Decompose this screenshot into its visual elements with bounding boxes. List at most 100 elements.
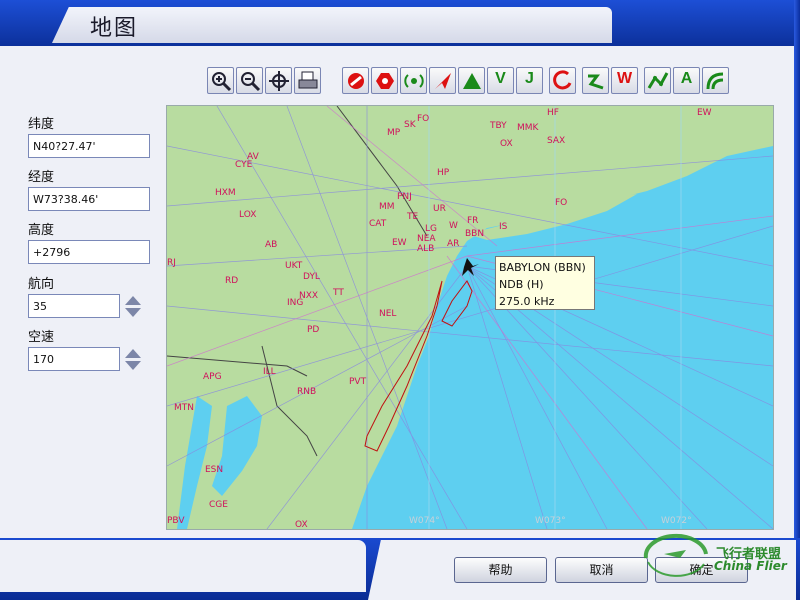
print-icon — [298, 71, 318, 89]
waypoint-label: OX — [500, 139, 513, 149]
center-icon — [269, 71, 289, 91]
airspeed-spinner[interactable] — [124, 347, 142, 371]
center-button[interactable] — [265, 67, 292, 94]
waypoint-label: FO — [417, 114, 430, 124]
airspace-button[interactable] — [549, 67, 576, 94]
heading-label: 航向 — [28, 277, 55, 292]
altitude-labels-icon: A — [680, 70, 693, 87]
route-icon — [588, 74, 604, 90]
waypoint-label: ILL — [263, 367, 276, 377]
traffic-icon — [706, 72, 724, 90]
latitude-label: 纬度 — [28, 117, 55, 132]
terrain-icon — [463, 73, 481, 89]
zoom-in-button[interactable] — [207, 67, 234, 94]
waypoint-label: MTN — [174, 403, 194, 413]
flight-plan-icon — [647, 72, 669, 89]
altitude-field[interactable]: +2796 — [28, 240, 150, 264]
navaid-tooltip: BABYLON (BBN) NDB (H) 275.0 kHz — [495, 256, 595, 310]
waypoint-label: NXX — [299, 291, 319, 301]
waypoint-label: RNB — [297, 387, 317, 397]
aircraft-filter-button[interactable] — [429, 67, 456, 94]
heading-spinner[interactable] — [124, 294, 142, 318]
traffic-button[interactable] — [702, 67, 729, 94]
spin-up-icon[interactable] — [125, 349, 141, 358]
waypoint-label: DYL — [303, 272, 320, 282]
waypoint-label: SAX — [547, 136, 566, 146]
map-view[interactable]: HF EW TBY MMK OX MP SK FO CYE AV HP HXM … — [166, 105, 774, 530]
print-button[interactable] — [294, 67, 321, 94]
waypoint-label: EW — [392, 238, 407, 248]
waypoint-label: AV — [247, 152, 259, 162]
terrain-button[interactable] — [458, 67, 485, 94]
waypoint-label: PVT — [349, 377, 367, 387]
longitude-field[interactable]: W73?38.46' — [28, 187, 150, 211]
waypoint-label: HF — [547, 108, 559, 118]
vor-filter-icon — [376, 73, 394, 89]
waypoint-label: TT — [333, 288, 344, 298]
waypoint-label: PD — [307, 325, 320, 335]
spin-up-icon[interactable] — [125, 296, 141, 305]
longitude-grid-label: W073° — [535, 516, 566, 526]
airspace-icon — [553, 70, 572, 90]
airports-filter-button[interactable] — [342, 67, 369, 94]
logo-text-en: China Flier — [714, 559, 787, 573]
weather-icon: W — [616, 70, 633, 87]
waypoint-label: CGE — [209, 500, 228, 510]
waypoint-label: EW — [697, 108, 712, 118]
waypoint-label: TE — [407, 212, 419, 222]
window-right-edge — [794, 0, 800, 600]
waypoint-label: LG — [425, 224, 437, 234]
spin-down-icon[interactable] — [125, 361, 141, 370]
window-title: 地图 — [90, 16, 139, 41]
waypoint-label: FO — [555, 198, 568, 208]
route-button[interactable] — [582, 67, 609, 94]
longitude-label: 经度 — [28, 170, 55, 185]
tooltip-frequency: 275.0 kHz — [499, 295, 555, 308]
waypoint-label: ESN — [205, 465, 224, 475]
waypoint-label: RD — [225, 276, 239, 286]
aircraft-filter-icon — [435, 73, 451, 89]
map-canvas — [167, 106, 773, 529]
ndb-filter-button[interactable] — [400, 67, 427, 94]
waypoint-label: PBV — [167, 516, 185, 526]
waypoint-label: BBN — [465, 229, 485, 239]
waypoint-label: FR — [467, 216, 479, 226]
weather-button[interactable]: W — [611, 67, 638, 94]
waypoint-label: MP — [387, 128, 401, 138]
airspeed-field[interactable]: 170 — [28, 347, 120, 371]
help-button[interactable]: 帮助 — [454, 557, 547, 583]
zoom-out-button[interactable] — [236, 67, 263, 94]
vor-filter-button[interactable] — [371, 67, 398, 94]
waypoint-label: PNJ — [397, 192, 412, 202]
waypoint-label: AR — [447, 239, 460, 249]
waypoint-label: SK — [404, 120, 416, 130]
waypoint-label: MMK — [517, 123, 539, 133]
bottom-left-panel — [0, 540, 366, 592]
waypoint-label: UKT — [285, 261, 303, 271]
waypoint-label: W — [449, 221, 458, 231]
heading-field[interactable]: 35 — [28, 294, 120, 318]
waypoint-label: HP — [437, 168, 450, 178]
waypoint-label: LOX — [239, 210, 257, 220]
waypoint-label: TBY — [490, 121, 507, 131]
waypoint-label: RJ — [167, 258, 176, 268]
tooltip-name: BABYLON (BBN) — [499, 261, 586, 274]
jet-airways-button[interactable]: J — [516, 67, 543, 94]
latitude-field[interactable]: N40?27.47' — [28, 134, 150, 158]
spin-down-icon[interactable] — [125, 308, 141, 317]
waypoint-label: AB — [265, 240, 278, 250]
waypoint-label: NEL — [379, 309, 397, 319]
zoom-out-icon — [241, 72, 261, 92]
waypoint-label: IS — [499, 222, 508, 232]
tooltip-type: NDB (H) — [499, 278, 544, 291]
waypoint-label: MM — [379, 202, 395, 212]
airspeed-label: 空速 — [28, 330, 55, 345]
waypoint-label: UR — [433, 204, 446, 214]
flight-plan-button[interactable] — [644, 67, 671, 94]
waypoint-label: CAT — [369, 219, 387, 229]
longitude-grid-label: W074° — [409, 516, 440, 526]
victor-airways-button[interactable]: V — [487, 67, 514, 94]
altitude-labels-button[interactable]: A — [673, 67, 700, 94]
waypoint-label: APG — [203, 372, 222, 382]
altitude-label: 高度 — [28, 223, 55, 238]
